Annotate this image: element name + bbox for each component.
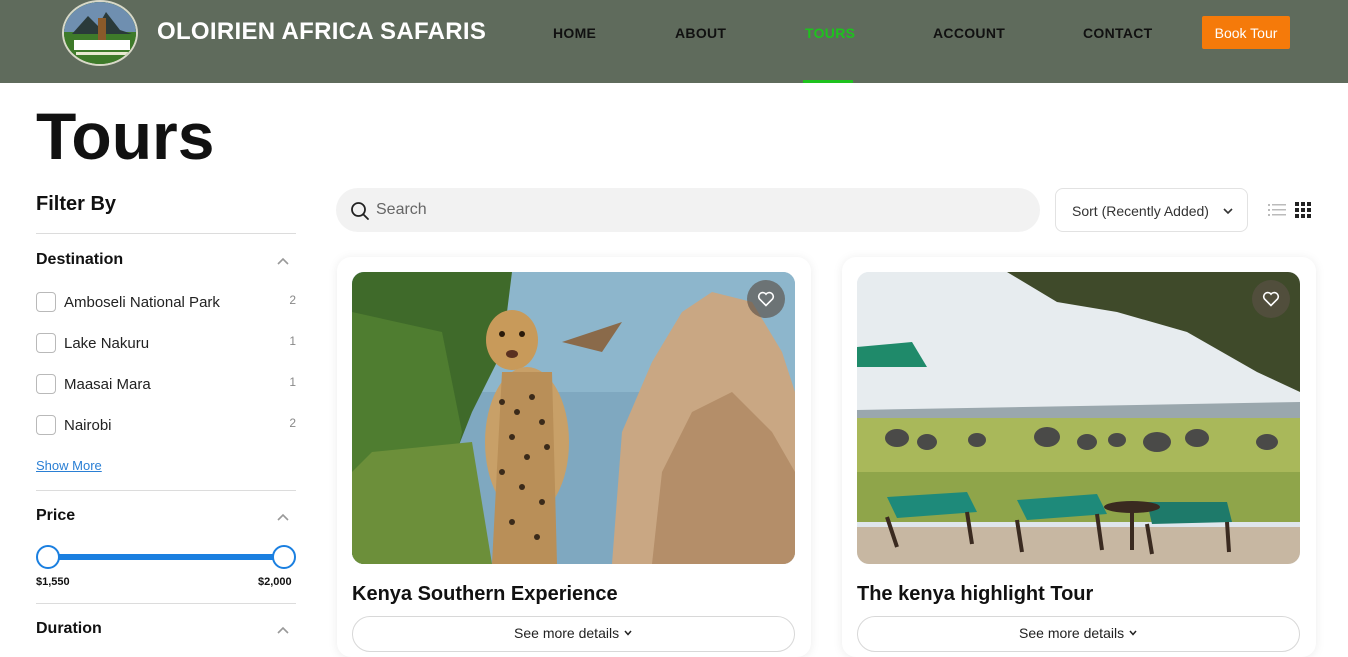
see-more-details-button[interactable]: See more details xyxy=(352,616,795,652)
price-slider-track[interactable] xyxy=(48,554,284,560)
see-more-details-button[interactable]: See more details xyxy=(857,616,1300,652)
price-title: Price xyxy=(36,507,76,524)
duration-title: Duration xyxy=(36,620,102,637)
checkbox[interactable] xyxy=(36,333,56,353)
destination-label: Maasai Mara xyxy=(64,376,151,393)
nav-about[interactable]: ABOUT xyxy=(675,25,726,41)
price-slider-max-handle[interactable] xyxy=(272,545,296,569)
details-label: See more details xyxy=(353,625,794,641)
destination-option[interactable]: Amboseli National Park 2 xyxy=(36,292,296,314)
chevron-up-icon[interactable] xyxy=(276,510,290,524)
tour-title[interactable]: The kenya highlight Tour xyxy=(857,583,1093,606)
chevron-up-icon[interactable] xyxy=(276,254,290,268)
show-more-link[interactable]: Show More xyxy=(36,458,102,473)
nav-account[interactable]: ACCOUNT xyxy=(933,25,1005,41)
favorite-button[interactable] xyxy=(1252,280,1290,318)
nav-contact[interactable]: CONTACT xyxy=(1083,25,1153,41)
destination-label: Lake Nakuru xyxy=(64,335,150,352)
nav-home[interactable]: HOME xyxy=(553,25,596,41)
price-min-value: $1,550 xyxy=(36,576,70,588)
tour-title[interactable]: Kenya Southern Experience xyxy=(352,583,618,606)
chevron-down-icon xyxy=(624,630,632,636)
destination-count: 1 xyxy=(289,334,296,348)
divider xyxy=(36,603,296,604)
site-header: OLOIRIEN AFRICA SAFARIS HOME ABOUT TOURS… xyxy=(0,0,1348,83)
tour-image-elephants[interactable] xyxy=(857,272,1300,564)
destination-count: 1 xyxy=(289,375,296,389)
list-view-icon[interactable] xyxy=(1268,202,1286,218)
favorite-button[interactable] xyxy=(747,280,785,318)
tour-card[interactable]: The kenya highlight Tour See more detail… xyxy=(842,257,1316,657)
tour-card[interactable]: Kenya Southern Experience See more detai… xyxy=(337,257,811,657)
chevron-down-icon xyxy=(1223,208,1233,215)
sort-dropdown[interactable]: Sort (Recently Added) xyxy=(1055,188,1248,232)
details-label: See more details xyxy=(858,625,1299,641)
destination-option[interactable]: Lake Nakuru 1 xyxy=(36,333,296,355)
grid-view-icon[interactable] xyxy=(1295,202,1311,218)
destination-option[interactable]: Nairobi 2 xyxy=(36,415,296,437)
active-nav-indicator xyxy=(803,80,853,83)
price-max-value: $2,000 xyxy=(258,576,292,588)
search-box xyxy=(336,188,1040,232)
divider xyxy=(36,490,296,491)
destination-label: Amboseli National Park xyxy=(64,294,220,311)
nav-tours[interactable]: TOURS xyxy=(805,25,855,41)
book-tour-button[interactable]: Book Tour xyxy=(1202,16,1290,49)
checkbox[interactable] xyxy=(36,292,56,312)
heart-icon xyxy=(1262,291,1280,307)
search-input[interactable] xyxy=(376,198,976,222)
destination-label: Nairobi xyxy=(64,417,112,434)
price-slider-min-handle[interactable] xyxy=(36,545,60,569)
checkbox[interactable] xyxy=(36,374,56,394)
chevron-down-icon xyxy=(1129,630,1137,636)
page-title: Tours xyxy=(36,99,215,173)
heart-icon xyxy=(757,291,775,307)
tour-image-leopard[interactable] xyxy=(352,272,795,564)
chevron-up-icon[interactable] xyxy=(276,623,290,637)
checkbox[interactable] xyxy=(36,415,56,435)
destination-count: 2 xyxy=(289,293,296,307)
logo[interactable] xyxy=(62,0,138,66)
brand-name: OLOIRIEN AFRICA SAFARIS xyxy=(157,18,487,45)
destination-title: Destination xyxy=(36,251,124,268)
sort-label: Sort (Recently Added) xyxy=(1072,203,1209,219)
divider xyxy=(36,233,296,234)
search-icon xyxy=(351,202,369,220)
destination-option[interactable]: Maasai Mara 1 xyxy=(36,374,296,396)
filter-title: Filter By xyxy=(36,193,117,215)
destination-count: 2 xyxy=(289,416,296,430)
